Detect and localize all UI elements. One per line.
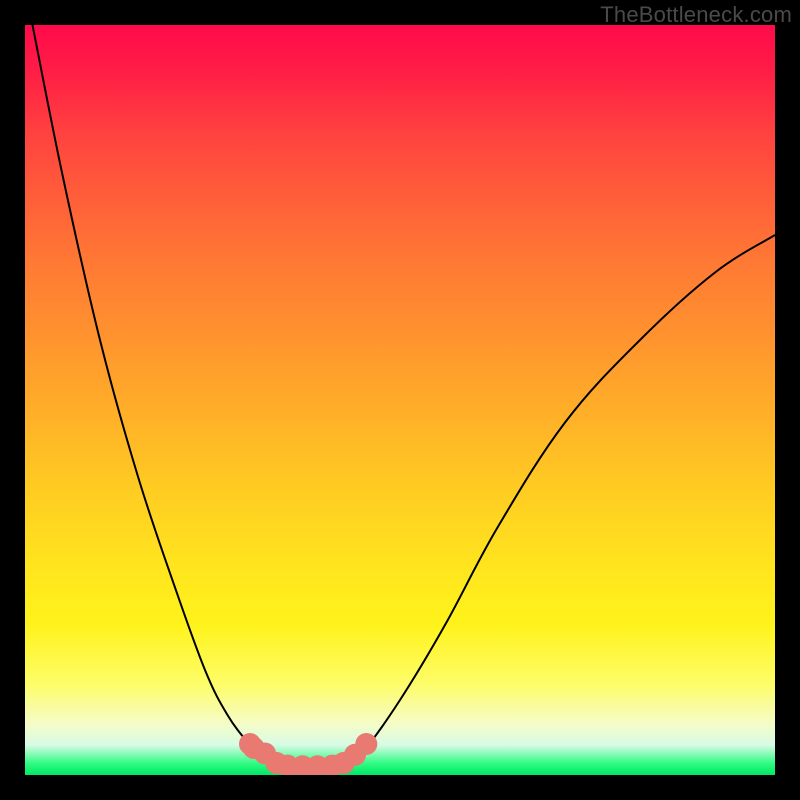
chart-plot-area <box>25 25 775 775</box>
data-markers <box>239 733 377 775</box>
data-marker <box>355 733 377 755</box>
bottleneck-curve-svg <box>25 25 775 775</box>
bottleneck-curve <box>33 25 776 773</box>
watermark-text: TheBottleneck.com <box>600 2 792 28</box>
